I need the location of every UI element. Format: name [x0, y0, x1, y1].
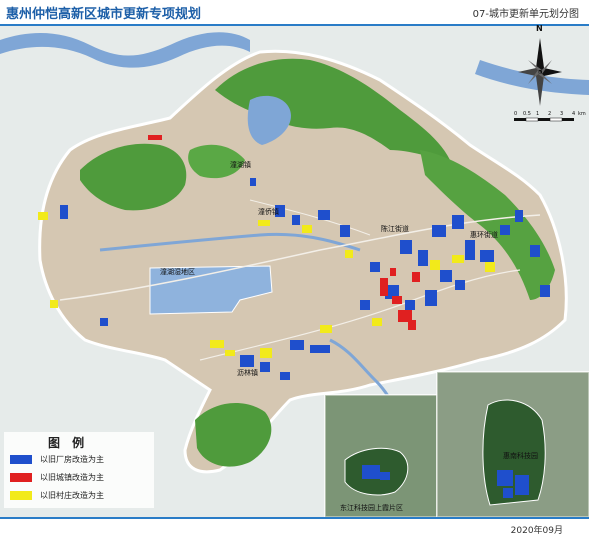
legend: 图 例 以旧厂房改造为主 以旧城镇改造为主 以旧村庄改造为主 — [4, 432, 154, 508]
place-label-lilin: 沥林镇 — [237, 369, 258, 377]
legend-label-village: 以旧村庄改造为主 — [40, 491, 104, 500]
place-label-huihuan: 惠环街道 — [470, 231, 498, 239]
legend-label-town: 以旧城镇改造为主 — [40, 473, 104, 482]
scale-tick-5: 4 — [572, 111, 576, 117]
legend-item-town: 以旧城镇改造为主 — [10, 472, 158, 484]
inset-map-2 — [436, 371, 589, 518]
place-label-tanqiao: 潼侨镇 — [258, 208, 279, 216]
scale-tick-1: 0.5 — [523, 111, 531, 117]
legend-item-factory: 以旧厂房改造为主 — [10, 454, 158, 466]
map-subtitle: 07-城市更新单元划分图 — [472, 9, 579, 20]
place-label-wetland: 潼湖湿地区 — [160, 268, 195, 276]
map-title: 惠州仲恺高新区城市更新专项规划 — [6, 7, 202, 22]
footer-date: 2020年09月 — [510, 526, 563, 536]
legend-swatch-factory — [10, 455, 32, 464]
scale-labels: 0 0.5 1 2 3 4 km — [512, 111, 586, 120]
inset-2-label: 惠南科技园 — [503, 452, 538, 460]
footer-bar: 2020年09月 — [0, 517, 589, 539]
place-label-tanhu: 潼湖镇 — [230, 161, 251, 169]
legend-item-village: 以旧村庄改造为主 — [10, 490, 158, 502]
legend-swatch-village — [10, 491, 32, 500]
scale-tick-4: 3 — [560, 111, 564, 117]
scale-tick-0: 0 — [514, 111, 518, 117]
scale-unit: km — [578, 111, 586, 117]
legend-label-factory: 以旧厂房改造为主 — [40, 455, 104, 464]
map-frame: 惠州仲恺高新区城市更新专项规划 07-城市更新单元划分图 潼湖镇 潼侨镇 陈江街… — [0, 0, 589, 539]
legend-title: 图 例 — [48, 436, 89, 450]
header-bar: 惠州仲恺高新区城市更新专项规划 07-城市更新单元划分图 — [0, 0, 589, 26]
inset-1-label: 东江科技园上霞片区 — [340, 504, 403, 512]
legend-swatch-town — [10, 473, 32, 482]
inset-map-1 — [324, 394, 438, 518]
scale-tick-3: 2 — [548, 111, 552, 117]
scale-tick-2: 1 — [536, 111, 540, 117]
place-label-chenjiang: 陈江街道 — [381, 225, 409, 233]
compass-north-label: N — [536, 24, 543, 33]
